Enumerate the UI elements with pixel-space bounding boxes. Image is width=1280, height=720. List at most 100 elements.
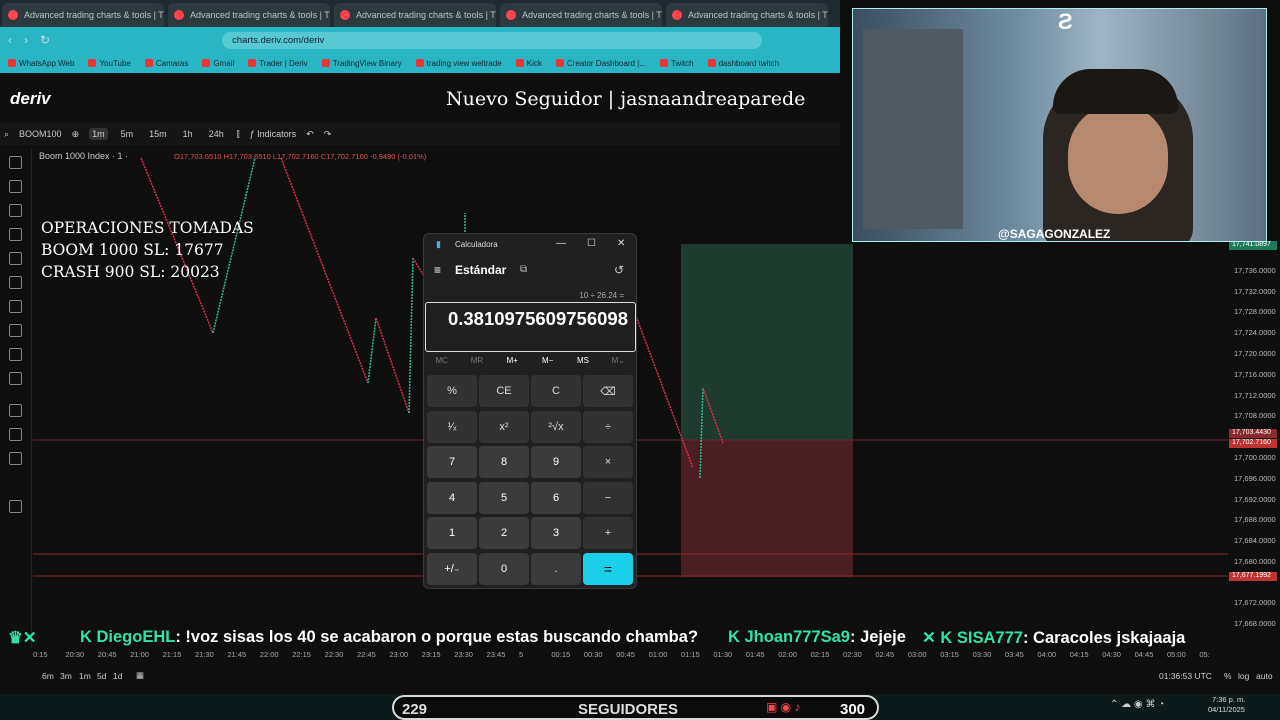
percent-toggle[interactable]: % <box>1224 671 1232 681</box>
memory-list-button[interactable]: M⌄ <box>601 356 636 365</box>
shape-icon[interactable] <box>9 276 22 289</box>
range-1d[interactable]: 1d <box>113 671 122 681</box>
calc-key[interactable]: = <box>583 552 633 585</box>
timeframe-1h[interactable]: 1h <box>180 128 196 140</box>
browser-tab[interactable]: Advanced trading charts & tools | Tr✕ <box>168 3 330 27</box>
back-icon[interactable]: ‹ <box>8 33 12 47</box>
timeframe-5m[interactable]: 5m <box>118 128 137 140</box>
system-tray-icon[interactable]: ⌃ ☁ ◉ ⌘ ◔ <box>1110 699 1164 710</box>
crosshair-icon[interactable] <box>9 156 22 169</box>
chat-ticker: ♛✕ K DiegoEHL: !voz sisas los 40 se acab… <box>0 625 1280 651</box>
range-5d[interactable]: 5d <box>97 671 106 681</box>
time-label: 22:45 <box>357 650 376 659</box>
symbol-selector[interactable]: BOOM100 <box>19 129 62 139</box>
timeframe-15m[interactable]: 15m <box>146 128 170 140</box>
url-input[interactable]: charts.deriv.com/deriv <box>222 31 763 49</box>
add-symbol-icon[interactable]: ⊕ <box>72 129 80 140</box>
browser-tab[interactable]: Advanced trading charts & tools | Tr✕ <box>666 3 828 27</box>
reload-icon[interactable]: ↻ <box>40 33 50 47</box>
redo-icon[interactable]: ↷ <box>324 129 332 140</box>
browser-tab[interactable]: Advanced trading charts & tools | Tr✕ <box>334 3 496 27</box>
calc-key[interactable]: 4 <box>427 481 477 514</box>
memory-store-button[interactable]: MS <box>565 356 600 365</box>
calc-key[interactable]: % <box>427 375 477 407</box>
calc-key[interactable]: +/₋ <box>427 552 477 585</box>
chart-type-icon[interactable]: ⫿ <box>237 129 240 140</box>
range-3m[interactable]: 3m <box>60 671 72 681</box>
memory-add-button[interactable]: M+ <box>495 356 530 365</box>
range-1m[interactable]: 1m <box>79 671 91 681</box>
close-icon[interactable]: ✕ <box>617 238 625 249</box>
calendar-icon[interactable]: ▦ <box>136 670 144 681</box>
indicators-button[interactable]: ƒ Indicators <box>250 129 297 139</box>
memory-clear-button[interactable]: MC <box>424 356 459 365</box>
bookmark[interactable]: Trader | Deriv <box>248 59 308 68</box>
memory-recall-button[interactable]: MR <box>459 356 494 365</box>
calc-key[interactable]: 3 <box>531 517 581 549</box>
bookmark[interactable]: Kick <box>515 59 542 68</box>
search-icon[interactable]: ⌕ <box>4 129 9 140</box>
bookmark[interactable]: Gmail <box>202 59 234 68</box>
calc-key[interactable]: 2 <box>479 517 529 549</box>
history-icon[interactable]: ↺ <box>614 263 624 277</box>
calc-key[interactable]: + <box>583 517 633 549</box>
trendline-icon[interactable] <box>9 180 22 193</box>
bookmark[interactable]: Camaras <box>144 59 188 68</box>
calc-key[interactable]: CE <box>479 375 529 407</box>
text-icon[interactable] <box>9 300 22 313</box>
calc-key[interactable]: 0 <box>479 552 529 585</box>
browser-tab[interactable]: Advanced trading charts & tools | Tr✕ <box>500 3 662 27</box>
browser-tab[interactable]: Advanced trading charts & tools | Tr✕ <box>2 3 164 27</box>
streamer-hair <box>1053 69 1178 114</box>
calc-key[interactable]: ²√x <box>531 410 581 443</box>
bookmark[interactable]: WhatsApp Web <box>8 59 74 68</box>
auto-toggle[interactable]: auto <box>1256 671 1273 681</box>
bookmark[interactable]: TradingView Binary <box>321 59 402 68</box>
calc-key[interactable]: 8 <box>479 446 529 478</box>
calc-key[interactable]: 7 <box>427 446 477 478</box>
magnet-icon[interactable] <box>9 404 22 417</box>
calc-key[interactable]: 6 <box>531 481 581 514</box>
pattern-icon[interactable] <box>9 228 22 241</box>
eye-icon[interactable] <box>9 452 22 465</box>
calc-key[interactable]: x² <box>479 410 529 443</box>
time-label: 22:00 <box>259 650 279 659</box>
forward-icon[interactable]: › <box>24 33 28 47</box>
calc-key[interactable]: . <box>531 552 581 585</box>
price-tag: 17,677.1992 <box>1229 572 1277 581</box>
calc-key[interactable]: 5 <box>479 481 529 514</box>
memory-subtract-button[interactable]: M− <box>530 356 565 365</box>
fib-icon[interactable] <box>9 204 22 217</box>
calc-key[interactable]: 1 <box>427 517 477 549</box>
lock-icon[interactable] <box>9 428 22 441</box>
keep-on-top-icon[interactable]: ⧉ <box>520 264 527 275</box>
calc-key[interactable]: C <box>531 375 581 407</box>
zoom-icon[interactable] <box>9 372 22 385</box>
ruler-icon[interactable] <box>9 348 22 361</box>
emoji-icon[interactable] <box>9 324 22 337</box>
timeframe-1m[interactable]: 1m <box>89 128 108 140</box>
menu-icon[interactable]: ≡ <box>434 263 441 277</box>
calc-key[interactable]: − <box>583 481 633 514</box>
bookmark[interactable]: Creator Dashboard |... <box>555 59 646 68</box>
log-toggle[interactable]: log <box>1238 671 1249 681</box>
deriv-logo[interactable]: deriv <box>10 89 51 109</box>
time-label: 02:45 <box>875 650 895 659</box>
calc-key[interactable]: ¹⁄ₓ <box>427 410 477 443</box>
calc-key[interactable]: 9 <box>531 446 581 478</box>
calc-key[interactable]: ÷ <box>583 410 633 443</box>
trash-icon[interactable] <box>9 500 22 513</box>
calc-key[interactable]: × <box>583 446 633 478</box>
timeframe-24h[interactable]: 24h <box>206 128 227 140</box>
range-6m[interactable]: 6m <box>42 671 54 681</box>
undo-icon[interactable]: ↶ <box>306 129 314 140</box>
maximize-icon[interactable]: ☐ <box>587 238 596 249</box>
bookmark[interactable]: YouTube <box>88 59 131 68</box>
bookmark[interactable]: Twitch <box>659 59 694 68</box>
bookmark[interactable]: trading view weltrade <box>415 59 502 68</box>
calc-key[interactable]: ⌫ <box>583 375 633 407</box>
minimize-icon[interactable]: — <box>556 238 566 249</box>
bookmark[interactable]: dashboard twitch <box>707 59 779 68</box>
brush-icon[interactable] <box>9 252 22 265</box>
time-label: 03:45 <box>1005 650 1024 659</box>
